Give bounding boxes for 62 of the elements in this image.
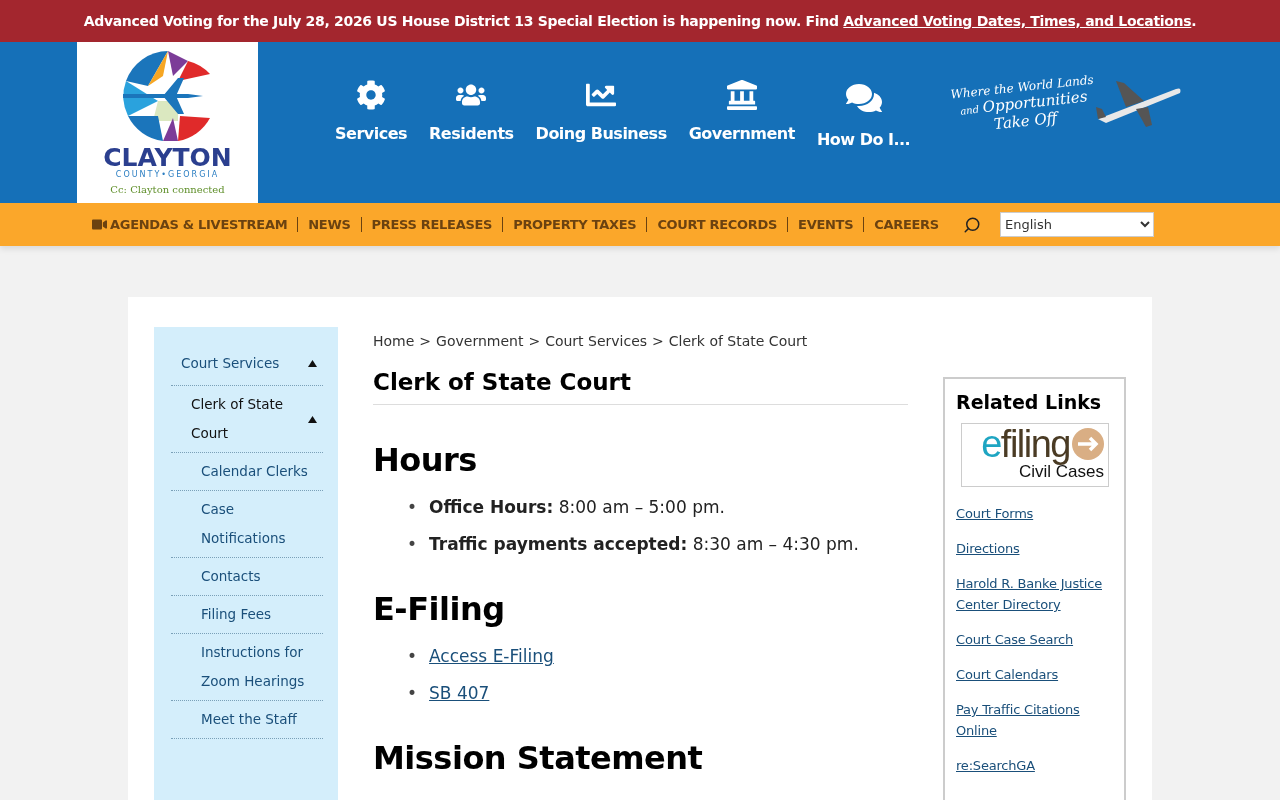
sidebar-item[interactable]: Court Services bbox=[181, 349, 280, 378]
sidebar-item[interactable]: Contacts bbox=[201, 562, 311, 591]
related-link[interactable]: Court Forms bbox=[956, 503, 1114, 524]
language-select[interactable]: English bbox=[1000, 212, 1154, 237]
bullet: • bbox=[407, 683, 418, 703]
breadcrumb-link[interactable]: Court Services bbox=[545, 333, 648, 349]
sidebar-item[interactable]: Clerk of State Court bbox=[191, 390, 301, 448]
nav-link[interactable]: Residents bbox=[422, 80, 521, 143]
page-title: Clerk of State Court bbox=[373, 369, 908, 405]
bullet: • bbox=[407, 497, 418, 517]
section-heading: Hours bbox=[373, 441, 478, 479]
utility-link[interactable]: PROPERTY TAXES bbox=[513, 217, 637, 232]
content-link[interactable]: Access E-Filing bbox=[429, 646, 554, 666]
related-link[interactable]: Harold R. Banke Justice Center Directory bbox=[956, 573, 1114, 615]
utility-link[interactable]: AGENDAS & LIVESTREAM bbox=[92, 217, 288, 232]
breadcrumb-link[interactable]: Home bbox=[373, 333, 415, 349]
bullet: • bbox=[407, 534, 418, 554]
nav-link[interactable]: How Do I... bbox=[809, 80, 918, 149]
utility-link[interactable]: PRESS RELEASES bbox=[371, 217, 493, 232]
sidebar-item[interactable]: Calendar Clerks bbox=[201, 457, 311, 486]
breadcrumb-link[interactable]: Government bbox=[436, 333, 524, 349]
caret-icon[interactable] bbox=[308, 415, 317, 423]
utility-link[interactable]: EVENTS bbox=[798, 217, 854, 232]
section-heading: E-Filing bbox=[373, 590, 506, 628]
related-link[interactable]: Court Case Search bbox=[956, 629, 1114, 650]
search-icon[interactable] bbox=[962, 215, 981, 234]
breadcrumb-separator: > bbox=[419, 333, 432, 349]
nav-link[interactable]: Government bbox=[681, 80, 802, 143]
nav-link[interactable]: Doing Business bbox=[528, 80, 674, 143]
breadcrumb-link[interactable]: Clerk of State Court bbox=[668, 333, 808, 349]
building-icon bbox=[726, 80, 757, 110]
nav-link[interactable]: Services bbox=[328, 80, 415, 143]
related-links-title: Related Links bbox=[956, 391, 1103, 413]
related-link[interactable]: Court Calendars bbox=[956, 664, 1114, 685]
bullet: • bbox=[407, 646, 418, 666]
video-icon bbox=[92, 217, 107, 232]
caret-icon[interactable] bbox=[308, 360, 317, 367]
slogan-text: Where the World Lands and Opportunities Take Off bbox=[949, 71, 1096, 135]
logo-name: CLAYTON bbox=[103, 146, 232, 170]
breadcrumb-separator: > bbox=[652, 333, 664, 349]
alert-text: Advanced Voting for the July 28, 2026 US House District 13 Special Election is happening now. Find bbox=[83, 13, 840, 29]
sidebar-item[interactable]: Filing Fees bbox=[201, 600, 311, 629]
gear-icon bbox=[356, 80, 386, 110]
utility-link[interactable]: COURT RECORDS bbox=[657, 217, 778, 232]
utility-link[interactable]: CAREERS bbox=[874, 217, 939, 232]
sidebar-item[interactable]: Instructions for Zoom Hearings bbox=[201, 638, 311, 696]
content-link[interactable]: SB 407 bbox=[429, 683, 490, 703]
alert-link[interactable]: Advanced Voting Dates, Times, and Locations bbox=[843, 13, 1192, 29]
related-link[interactable]: Directions bbox=[956, 538, 1114, 559]
logo-region: COUNTY•GEORGIA bbox=[115, 170, 220, 179]
logo-tagline: Cc: Clayton connected bbox=[110, 184, 225, 195]
alert-text: . bbox=[1191, 13, 1197, 29]
section-heading: Mission Statement bbox=[373, 739, 704, 777]
hours-text: Office Hours: 8:00 am – 5:00 pm. bbox=[429, 497, 725, 517]
sidebar-item[interactable]: Meet the Staff bbox=[201, 705, 311, 734]
related-link[interactable]: Pay Traffic Citations Online bbox=[956, 699, 1114, 741]
related-link[interactable]: re:SearchGA bbox=[956, 755, 1114, 776]
logo[interactable]: CLAYTON COUNTY•GEORGIA Cc: Clayton connected bbox=[77, 42, 258, 203]
utility-link[interactable]: NEWS bbox=[308, 217, 351, 232]
hours-text: Traffic payments accepted: 8:30 am – 4:30 pm. bbox=[429, 534, 859, 554]
sidebar-item[interactable]: Case Notifications bbox=[201, 495, 311, 553]
breadcrumb-separator: > bbox=[528, 333, 541, 349]
